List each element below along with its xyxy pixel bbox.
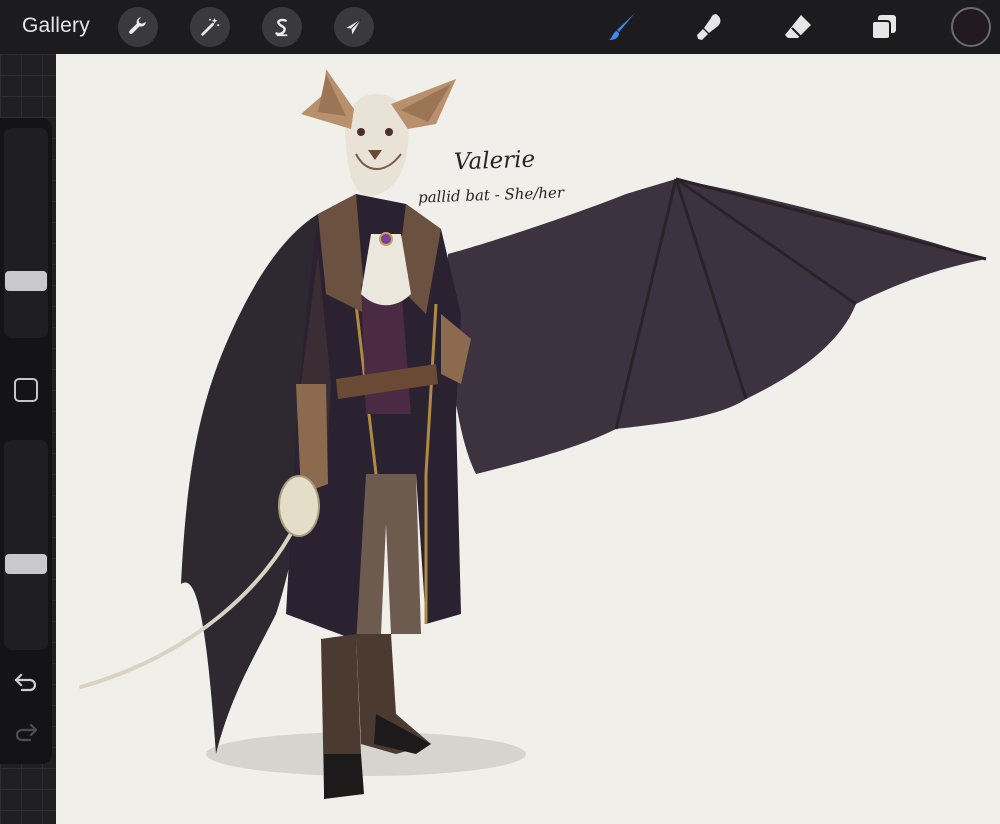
top-toolbar: Gallery	[0, 0, 1000, 54]
selection-s-icon	[275, 18, 288, 37]
brush-icon	[609, 13, 635, 40]
brush-size-slider[interactable]	[4, 128, 48, 338]
undo-button[interactable]	[12, 670, 40, 694]
smudge-tool-button[interactable]	[690, 8, 730, 46]
brush-size-handle[interactable]	[5, 271, 47, 291]
arrow-cursor-icon	[346, 19, 362, 35]
opacity-handle[interactable]	[5, 554, 47, 574]
smudge-icon	[697, 14, 721, 40]
eraser-tool-button[interactable]	[778, 8, 818, 46]
character-name: Valerie	[453, 146, 536, 176]
layers-icon	[871, 15, 896, 40]
adjustments-button[interactable]	[190, 7, 230, 47]
brush-tool-button[interactable]	[602, 8, 642, 46]
sidebar	[0, 118, 52, 764]
modify-button[interactable]	[14, 378, 38, 402]
magic-wand-icon	[201, 17, 220, 36]
transform-button[interactable]	[334, 7, 374, 47]
selection-button[interactable]	[262, 7, 302, 47]
bat-wing	[447, 179, 986, 474]
redo-button[interactable]	[12, 720, 40, 744]
drawing-canvas[interactable]: Valerie pallid bat - She/her	[56, 54, 1000, 824]
actions-button[interactable]	[118, 7, 158, 47]
eraser-icon	[785, 15, 811, 38]
layers-button[interactable]	[864, 8, 904, 46]
gallery-button[interactable]: Gallery	[22, 14, 90, 38]
color-swatch[interactable]	[951, 7, 991, 47]
undo-icon	[14, 673, 37, 692]
redo-icon	[15, 723, 38, 742]
wrench-icon	[129, 17, 146, 34]
opacity-slider[interactable]	[4, 440, 48, 650]
